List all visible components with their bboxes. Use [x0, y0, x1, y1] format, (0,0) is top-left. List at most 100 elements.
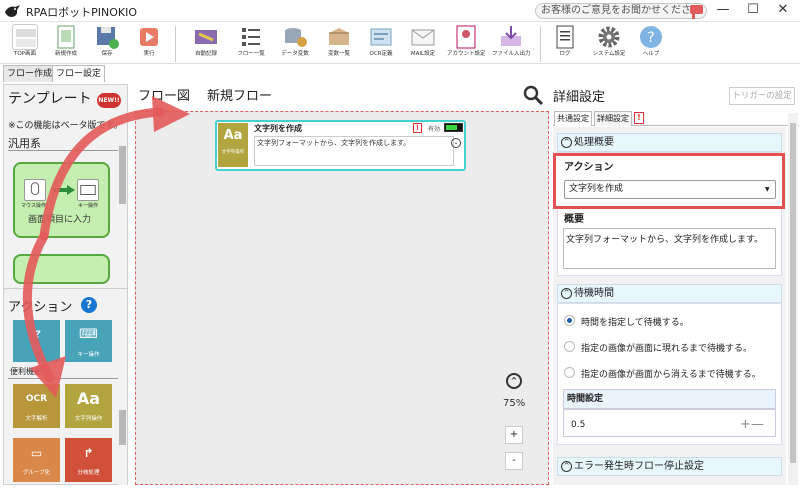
radio-label: 指定の画像が画面から消えるまで待機する。: [581, 370, 761, 380]
mouse-icon: [24, 179, 46, 201]
file-io-icon: [498, 24, 524, 50]
action-tile-text[interactable]: Aa 文字列操作: [65, 384, 112, 428]
action-scrollbar[interactable]: [118, 318, 127, 485]
auto-record-icon: [193, 24, 219, 50]
svg-text:?: ?: [647, 30, 654, 46]
time-value-input[interactable]: 0.5: [571, 420, 585, 430]
group-icon: ▭: [30, 446, 43, 460]
detail-settings-title: 詳細設定: [553, 90, 606, 105]
summary-label: 概要: [564, 214, 584, 225]
action-tile-branch[interactable]: ↱ 分岐処理: [65, 438, 112, 482]
pinokio-logo-icon: [5, 5, 20, 17]
chevron-down-icon[interactable]: ⌄: [451, 138, 461, 148]
enabled-label: 有効: [428, 126, 441, 133]
text-action-icon: Aa 文字列操作: [218, 123, 248, 167]
minimize-button[interactable]: —: [708, 0, 738, 22]
list-icon: [238, 24, 264, 50]
action-label: アクション: [564, 162, 614, 173]
ribbon-system-settings-button[interactable]: システム設定: [590, 24, 628, 64]
template-card-label: 画面項目に入力: [28, 215, 92, 225]
key-op-label: キー操作: [78, 203, 99, 209]
ribbon-new-create-button[interactable]: 新規作成: [47, 24, 85, 64]
summary-textarea[interactable]: 文字列フォーマットから、文字列を作成します。: [563, 228, 776, 269]
app-title: RPAロボットPINOKIO: [26, 6, 137, 19]
ribbon-account-settings-button[interactable]: アカウント設定: [447, 24, 486, 64]
detail-scrollbar[interactable]: [788, 113, 798, 485]
chevron-up-icon: ^: [561, 137, 572, 148]
help-icon[interactable]: ?: [81, 297, 97, 313]
search-icon[interactable]: [522, 84, 544, 106]
mail-icon: [410, 24, 436, 50]
section-process-overview[interactable]: ^ 処理概要: [557, 133, 782, 152]
top-screen-icon: [12, 24, 38, 50]
beta-note: ※この機能はベータ版です。: [8, 121, 123, 131]
action-tile-mouse[interactable]: マ: [13, 320, 60, 362]
ribbon-help-button[interactable]: ? ヘルプ: [632, 24, 670, 64]
flow-diagram-label: フロー図: [138, 89, 191, 104]
ribbon-separator: [175, 26, 176, 62]
tab-common-settings[interactable]: 共通設定: [554, 111, 592, 126]
section-wait-time[interactable]: ^ 待機時間: [557, 284, 782, 303]
zoom-level: 75%: [503, 398, 526, 409]
warning-icon: !: [413, 123, 422, 133]
node-description: 文字列フォーマットから、文字列を作成します。: [254, 136, 454, 166]
action-tile-ocr[interactable]: OCR 文字解析: [13, 384, 60, 428]
ribbon-ocr-settings-button[interactable]: OCR定義: [362, 24, 400, 64]
tab-flow-settings[interactable]: フロー設定: [52, 65, 106, 82]
stepper-buttons[interactable]: +—: [740, 417, 764, 432]
ocr-icon: [368, 24, 394, 50]
template-heading: テンプレート: [8, 91, 92, 107]
branch-icon: ↱: [83, 446, 94, 460]
template-card-2[interactable]: [13, 254, 110, 284]
data-icon: [282, 24, 308, 50]
category-general: 汎用系: [8, 137, 41, 150]
ribbon-top-screen-button[interactable]: TOP画面: [6, 24, 44, 64]
chevron-up-icon[interactable]: ^: [506, 373, 522, 389]
tab-flow-create[interactable]: フロー作成: [3, 65, 57, 82]
maximize-button[interactable]: ☐: [738, 0, 768, 22]
radio-image-disappears[interactable]: [564, 367, 575, 378]
action-select[interactable]: 文字列を作成: [564, 180, 776, 199]
divider: [8, 378, 118, 379]
account-icon: [453, 24, 479, 50]
zoom-out-button[interactable]: -: [505, 452, 523, 470]
radio-specify-time[interactable]: [564, 315, 575, 326]
log-icon: [552, 24, 578, 50]
category-convenience: 便利機能: [10, 367, 42, 376]
time-setting-label: 時間設定: [563, 389, 776, 409]
action-tile-key[interactable]: ⌨ キー操作: [65, 320, 112, 362]
ribbon-variable-list-button[interactable]: 変数一覧: [320, 24, 358, 64]
save-icon: [94, 24, 120, 50]
radio-image-appears[interactable]: [564, 341, 575, 352]
divider: [3, 288, 128, 289]
enabled-toggle[interactable]: [444, 123, 463, 132]
chevron-up-icon: ^: [561, 461, 572, 472]
feedback-link[interactable]: お客様のご意見をお聞かせください: [535, 3, 707, 19]
template-scrollbar[interactable]: [118, 138, 127, 280]
keyboard-icon: [77, 179, 99, 201]
ribbon-log-button[interactable]: ログ: [546, 24, 584, 64]
ribbon-run-button[interactable]: 実行: [130, 24, 168, 64]
ribbon-auto-record-button[interactable]: 自動記録: [187, 24, 225, 64]
close-button[interactable]: ✕: [768, 0, 798, 22]
ribbon-save-button[interactable]: 保存: [88, 24, 126, 64]
ribbon-mail-settings-button[interactable]: MAIL設定: [404, 24, 442, 64]
ribbon-data-settings-button[interactable]: データ変数: [276, 24, 314, 64]
flag-icon[interactable]: [688, 3, 706, 19]
box-icon: [326, 24, 352, 50]
ribbon-file-io-button[interactable]: ファイル入出力: [492, 24, 531, 64]
ribbon-separator: [540, 26, 541, 62]
node-title: 文字列を作成: [254, 124, 302, 133]
ocr-icon: OCR: [25, 394, 48, 404]
template-card-input-screen-item[interactable]: マウス操作 キー操作: [13, 162, 110, 238]
ribbon-flow-list-button[interactable]: フロー一覧: [232, 24, 270, 64]
text-icon: Aa: [76, 389, 101, 408]
flow-name[interactable]: 新規フロー: [207, 85, 272, 104]
caret-down-icon: ▼: [765, 186, 770, 193]
warning-icon: !: [634, 112, 644, 124]
action-tile-group[interactable]: ▭ グループ化: [13, 438, 60, 482]
zoom-in-button[interactable]: +: [505, 426, 523, 444]
trigger-settings-button[interactable]: トリガーの設定: [729, 87, 795, 105]
section-error-stop[interactable]: ^ エラー発生時フロー停止設定: [557, 457, 782, 476]
tab-detail-settings[interactable]: 詳細設定: [594, 111, 632, 126]
